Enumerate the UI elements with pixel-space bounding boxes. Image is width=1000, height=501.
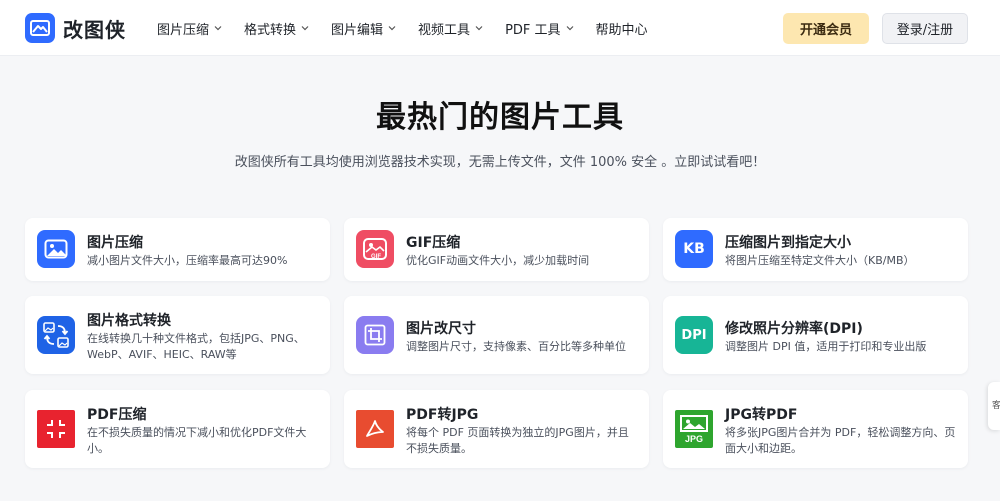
gif-icon: GIF [356,230,394,268]
tool-desc: 减小图片文件大小，压缩率最高可达90% [87,254,288,267]
tool-title: 图片改尺寸 [406,321,476,337]
brand-logo[interactable]: 改图侠 [25,12,126,44]
nav-video-tools[interactable]: 视频工具 [418,19,483,38]
tool-desc: 在不损失质量的情况下减小和优化PDF文件大小。 [87,426,307,455]
tool-desc: 优化GIF动画文件大小，减少加载时间 [406,254,590,267]
chevron-down-icon [214,26,222,31]
tool-title: JPG转PDF [725,407,798,423]
tool-desc: 将每个 PDF 页面转换为独立的JPG图片，并且不损失质量。 [406,426,629,455]
nav-format-convert[interactable]: 格式转换 [244,19,309,38]
chevron-down-icon [388,26,396,31]
page-title: 最热门的图片工具 [376,100,624,135]
tool-card-pdf-compress[interactable]: PDF压缩 在不损失质量的情况下减小和优化PDF文件大小。 [25,390,330,468]
tool-desc: 将图片压缩至特定文件大小（KB/MB） [725,254,915,267]
tool-title: 图片格式转换 [87,313,171,329]
tool-card-pdf-to-jpg[interactable]: PDF转JPG 将每个 PDF 页面转换为独立的JPG图片，并且不损失质量。 [344,390,649,468]
logo-mountain-icon [25,13,55,43]
tool-card-jpg-to-pdf[interactable]: JPG JPG转PDF 将多张JPG图片合并为 PDF，轻松调整方向、页面大小和… [663,390,968,468]
tool-card-resize[interactable]: 图片改尺寸 调整图片尺寸，支持像素、百分比等多种单位 [344,296,649,374]
tool-card-image-compress[interactable]: 图片压缩 减小图片文件大小，压缩率最高可达90% [25,218,330,281]
dpi-icon: DPI [675,316,713,354]
nav-label: 图片编辑 [331,22,384,38]
pdf-icon [356,410,394,448]
nav-pdf-tools[interactable]: PDF 工具 [505,19,573,38]
tool-title: GIF压缩 [406,235,461,251]
tool-card-format-convert[interactable]: 图片格式转换 在线转换几十种文件格式，包括JPG、PNG、WebP、AVIF、H… [25,296,330,374]
kb-icon: KB [675,230,713,268]
tool-desc: 在线转换几十种文件格式，包括JPG、PNG、WebP、AVIF、HEIC、RAW… [87,332,305,361]
nav-help-center[interactable]: 帮助中心 [596,19,648,38]
crop-icon [356,316,394,354]
chevron-down-icon [566,26,573,31]
side-tab-label: 客 [992,401,1000,411]
image-icon [37,230,75,268]
svg-text:JPG: JPG [685,434,703,444]
svg-text:GIF: GIF [371,254,381,260]
tool-title: 图片压缩 [87,235,143,251]
page-subtitle: 改图侠所有工具均使用浏览器技术实现，无需上传文件，文件 100% 安全 。立即试… [234,155,766,170]
chevron-down-icon [301,26,309,31]
main-nav: 图片压缩 格式转换 图片编辑 视频工具 PDF 工具 帮助中心 [157,0,670,56]
tool-desc: 将多张JPG图片合并为 PDF，轻松调整方向、页面大小和边距。 [725,426,956,455]
chevron-down-icon [475,26,483,31]
tool-card-gif-compress[interactable]: GIF GIF压缩 优化GIF动画文件大小，减少加载时间 [344,218,649,281]
tool-desc: 调整图片尺寸，支持像素、百分比等多种单位 [406,340,626,353]
login-register-button[interactable]: 登录/注册 [882,13,968,44]
customer-service-tab[interactable]: 客 [988,382,1000,430]
brand-name: 改图侠 [63,17,126,42]
tool-card-dpi[interactable]: DPI 修改照片分辨率(DPI) 调整图片 DPI 值，适用于打印和专业出版 [663,296,968,374]
nav-label: PDF 工具 [505,22,561,38]
tool-title: PDF转JPG [406,407,479,423]
nav-label: 视频工具 [418,22,471,38]
jpg-icon: JPG [675,410,713,448]
tool-title: 修改照片分辨率(DPI) [725,321,863,337]
nav-label: 图片压缩 [157,22,210,38]
tool-title: PDF压缩 [87,407,147,423]
pdf-compress-icon [37,410,75,448]
nav-image-edit[interactable]: 图片编辑 [331,19,396,38]
tool-desc: 调整图片 DPI 值，适用于打印和专业出版 [725,340,927,353]
nav-label: 帮助中心 [595,22,648,38]
tool-card-compress-to-size[interactable]: KB 压缩图片到指定大小 将图片压缩至特定文件大小（KB/MB） [663,218,968,281]
open-vip-button[interactable]: 开通会员 [783,13,869,44]
nav-image-compress[interactable]: 图片压缩 [157,19,222,38]
top-header: 改图侠 图片压缩 格式转换 图片编辑 视频工具 PDF 工具 帮助中心 开通会员… [0,0,1000,56]
tool-title: 压缩图片到指定大小 [725,235,851,251]
format-convert-icon [37,316,75,354]
nav-label: 格式转换 [244,22,297,38]
